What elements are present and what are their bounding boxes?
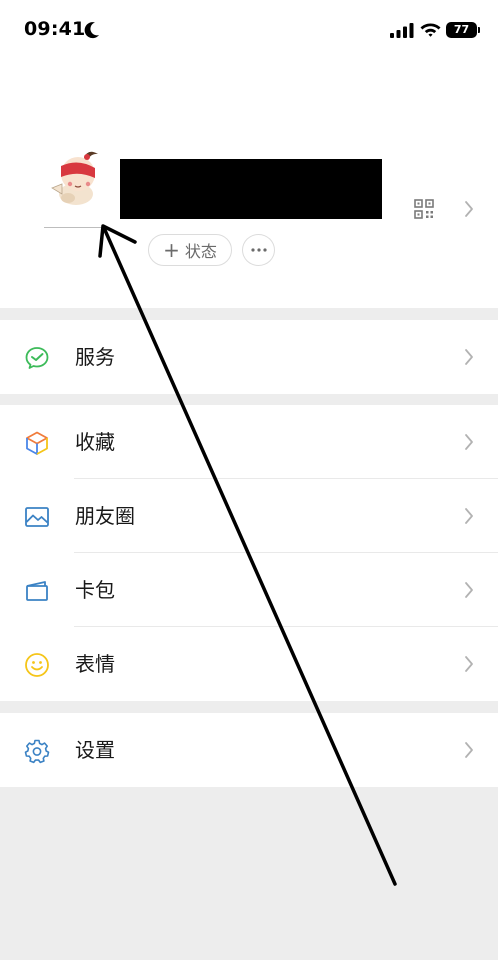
menu-item-label: 收藏 (75, 430, 115, 454)
add-status-button[interactable]: + 状态 (148, 234, 232, 266)
status-time: 09:41 (24, 18, 86, 40)
ellipsis-icon (250, 248, 267, 252)
menu-item-stickers[interactable]: 表情 (0, 627, 498, 701)
chevron-right-icon (465, 349, 473, 365)
battery-icon: 77 (446, 22, 477, 38)
chevron-right-icon[interactable] (464, 200, 474, 218)
avatar-image (40, 144, 104, 208)
menu-item-moments[interactable]: 朋友圈 (0, 479, 498, 553)
more-status-button[interactable] (242, 234, 275, 266)
plus-icon: + (163, 238, 180, 262)
menu-item-label: 设置 (75, 738, 115, 762)
signal-icon (390, 23, 414, 38)
qr-code-icon[interactable] (414, 199, 434, 219)
chevron-right-icon (465, 434, 473, 450)
menu-item-favorites[interactable]: 收藏 (0, 405, 498, 479)
menu-item-services[interactable]: 服务 (0, 320, 498, 394)
chevron-right-icon (465, 508, 473, 524)
favorites-cube-icon (26, 431, 48, 455)
moon-icon (84, 22, 99, 39)
menu-item-label: 表情 (75, 652, 115, 676)
menu-item-card-wallet[interactable]: 卡包 (0, 553, 498, 627)
menu-item-label: 朋友圈 (75, 504, 135, 528)
menu-group-settings: 设置 (0, 713, 498, 787)
menu-item-label: 服务 (75, 345, 115, 369)
battery-tip (478, 27, 480, 33)
services-icon (25, 347, 49, 369)
menu-group-main: 收藏 朋友圈 卡包 表情 (0, 405, 498, 701)
chevron-right-icon (465, 742, 473, 758)
chevron-right-icon (465, 582, 473, 598)
chevron-right-icon (465, 656, 473, 672)
avatar[interactable] (40, 144, 104, 208)
me-page: 09:41 77 + 状态 服务 收藏 朋友圈 卡包 表情 设置 (0, 0, 498, 960)
stickers-smiley-icon (25, 653, 49, 677)
avatar-underline (44, 227, 102, 228)
moments-image-icon (25, 507, 49, 527)
profile-header[interactable]: + 状态 (0, 62, 498, 308)
nickname-redacted (120, 159, 382, 219)
status-bar: 09:41 77 (0, 0, 498, 62)
menu-item-label: 卡包 (75, 578, 115, 602)
settings-gear-icon (24, 739, 50, 764)
menu-group-services: 服务 (0, 320, 498, 394)
menu-item-settings[interactable]: 设置 (0, 713, 498, 787)
card-wallet-icon (26, 581, 48, 601)
add-status-label: 状态 (184, 242, 217, 261)
wifi-icon (420, 23, 441, 37)
